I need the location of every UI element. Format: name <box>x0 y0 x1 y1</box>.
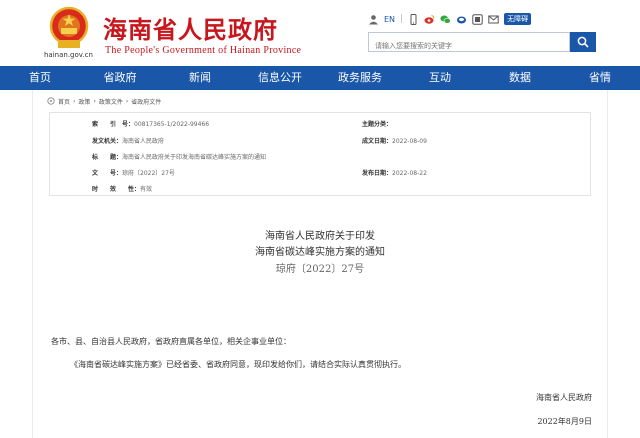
meta-doc-number: 文 号：琼府〔2022〕27号 <box>92 170 175 177</box>
app-icon[interactable] <box>456 14 467 25</box>
meta-published-date: 发布日期：2022-08-22 <box>362 170 427 177</box>
nav-item-info-disclosure[interactable]: 信息公开 <box>240 66 320 90</box>
search-box <box>368 32 570 55</box>
search-input[interactable] <box>369 37 569 55</box>
divider: | <box>400 14 404 24</box>
nav-item-home[interactable]: 首页 <box>0 66 80 90</box>
breadcrumb-policy[interactable]: 政策 <box>78 97 90 106</box>
document-signature: 海南省人民政府 <box>536 393 592 402</box>
document-title-line2: 海南省碳达峰实施方案的通知 <box>255 247 385 258</box>
meta-title: 标 题：海南省人民政府关于印发海南省碳达峰实施方案的通知 <box>92 154 267 161</box>
accessibility-button[interactable]: 无障碍 <box>504 13 532 25</box>
meta-validity: 时 效 性：有效 <box>92 186 153 193</box>
mobile-icon[interactable] <box>408 13 419 25</box>
site-header: hainan.gov.cn 海南省人民政府 The People's Gover… <box>0 0 640 66</box>
meta-index: 索 引 号：00817365-1/2022-99466 <box>92 121 210 128</box>
breadcrumb-separator: › <box>93 97 96 105</box>
document-salutation: 各市、县、自治县人民政府，省政府直属各单位，相关企事业单位： <box>51 337 291 346</box>
nav-item-gov-services[interactable]: 政务服务 <box>320 66 400 90</box>
meta-issuer: 发文机关：海南省人民政府 <box>92 138 165 145</box>
breadcrumb-home[interactable]: 首页 <box>58 97 70 106</box>
nav-item-interaction[interactable]: 互动 <box>400 66 480 90</box>
search-icon <box>577 36 589 48</box>
qrcode-icon[interactable] <box>472 13 483 25</box>
site-title[interactable]: 海南省人民政府 <box>103 10 278 45</box>
wechat-icon[interactable] <box>440 14 451 25</box>
breadcrumb-policy-docs[interactable]: 政策文件 <box>99 97 123 106</box>
header-tools: EN | 无障碍 <box>368 12 532 26</box>
national-emblem-icon <box>49 6 89 48</box>
nav-item-data[interactable]: 数据 <box>480 66 560 90</box>
home-icon <box>47 97 55 105</box>
weibo-icon[interactable] <box>424 14 435 25</box>
nav-item-government[interactable]: 省政府 <box>80 66 160 90</box>
nav-item-province-info[interactable]: 省情 <box>560 66 640 90</box>
search-button[interactable] <box>570 32 596 52</box>
breadcrumb: 首页 › 政策 › 政策文件 › 省政府文件 <box>47 96 161 106</box>
mail-icon[interactable] <box>488 14 499 25</box>
site-domain: hainan.gov.cn <box>44 51 93 59</box>
nav-item-news[interactable]: 新闻 <box>160 66 240 90</box>
english-link[interactable]: EN <box>384 15 395 24</box>
user-icon[interactable] <box>368 14 379 25</box>
document-number: 琼府〔2022〕27号 <box>275 264 365 275</box>
document-body: 《海南省碳达峰实施方案》已经省委、省政府同意，现印发给你们，请结合实际认真贯彻执… <box>70 360 406 369</box>
meta-topic: 主题分类： <box>362 121 393 128</box>
site-subtitle: The People's Government of Hainan Provin… <box>105 45 302 56</box>
document-date: 2022年8月9日 <box>537 417 592 426</box>
breadcrumb-separator: › <box>125 97 129 105</box>
main-nav: 首页 省政府 新闻 信息公开 政务服务 互动 数据 省情 <box>0 66 640 90</box>
document-title-line1: 海南省人民政府关于印发 <box>265 231 375 242</box>
meta-created-date: 成文日期：2022-08-09 <box>362 138 427 145</box>
breadcrumb-separator: › <box>73 97 76 105</box>
breadcrumb-gov-docs[interactable]: 省政府文件 <box>131 97 161 106</box>
